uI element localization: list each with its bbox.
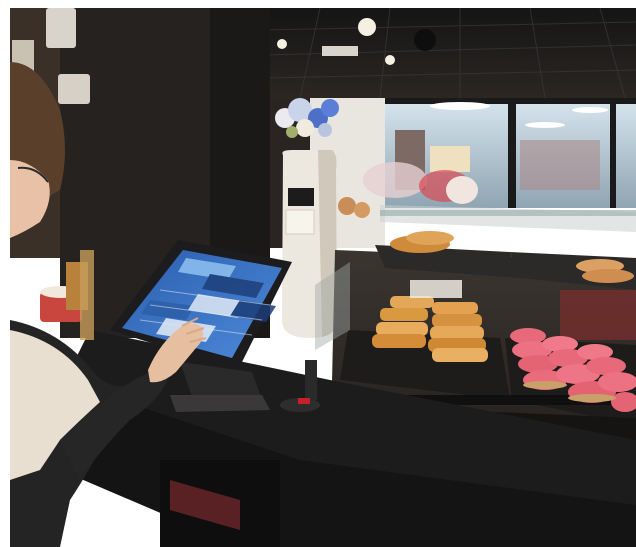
pastry (432, 302, 478, 314)
pastry (406, 231, 454, 245)
wall-panel (58, 74, 90, 104)
pastry (432, 314, 482, 327)
ceiling-light (358, 18, 376, 36)
pastry (582, 269, 634, 283)
candy-bag (363, 162, 427, 198)
photo-scene (0, 0, 636, 547)
ceiling-vent (322, 46, 358, 56)
price-tag (410, 280, 462, 298)
pastry (376, 322, 428, 336)
wall-thermostat (46, 8, 76, 48)
pastry (372, 334, 426, 348)
ceiling-light (414, 29, 436, 51)
ceiling-light (277, 39, 287, 49)
vase-sign (288, 188, 314, 206)
ceiling-light (385, 55, 395, 65)
candy-bag (446, 176, 478, 204)
pastry (432, 348, 488, 362)
vase-sign (285, 209, 315, 235)
ceiling (264, 7, 636, 99)
pastry (380, 308, 428, 321)
pastry (430, 326, 484, 340)
